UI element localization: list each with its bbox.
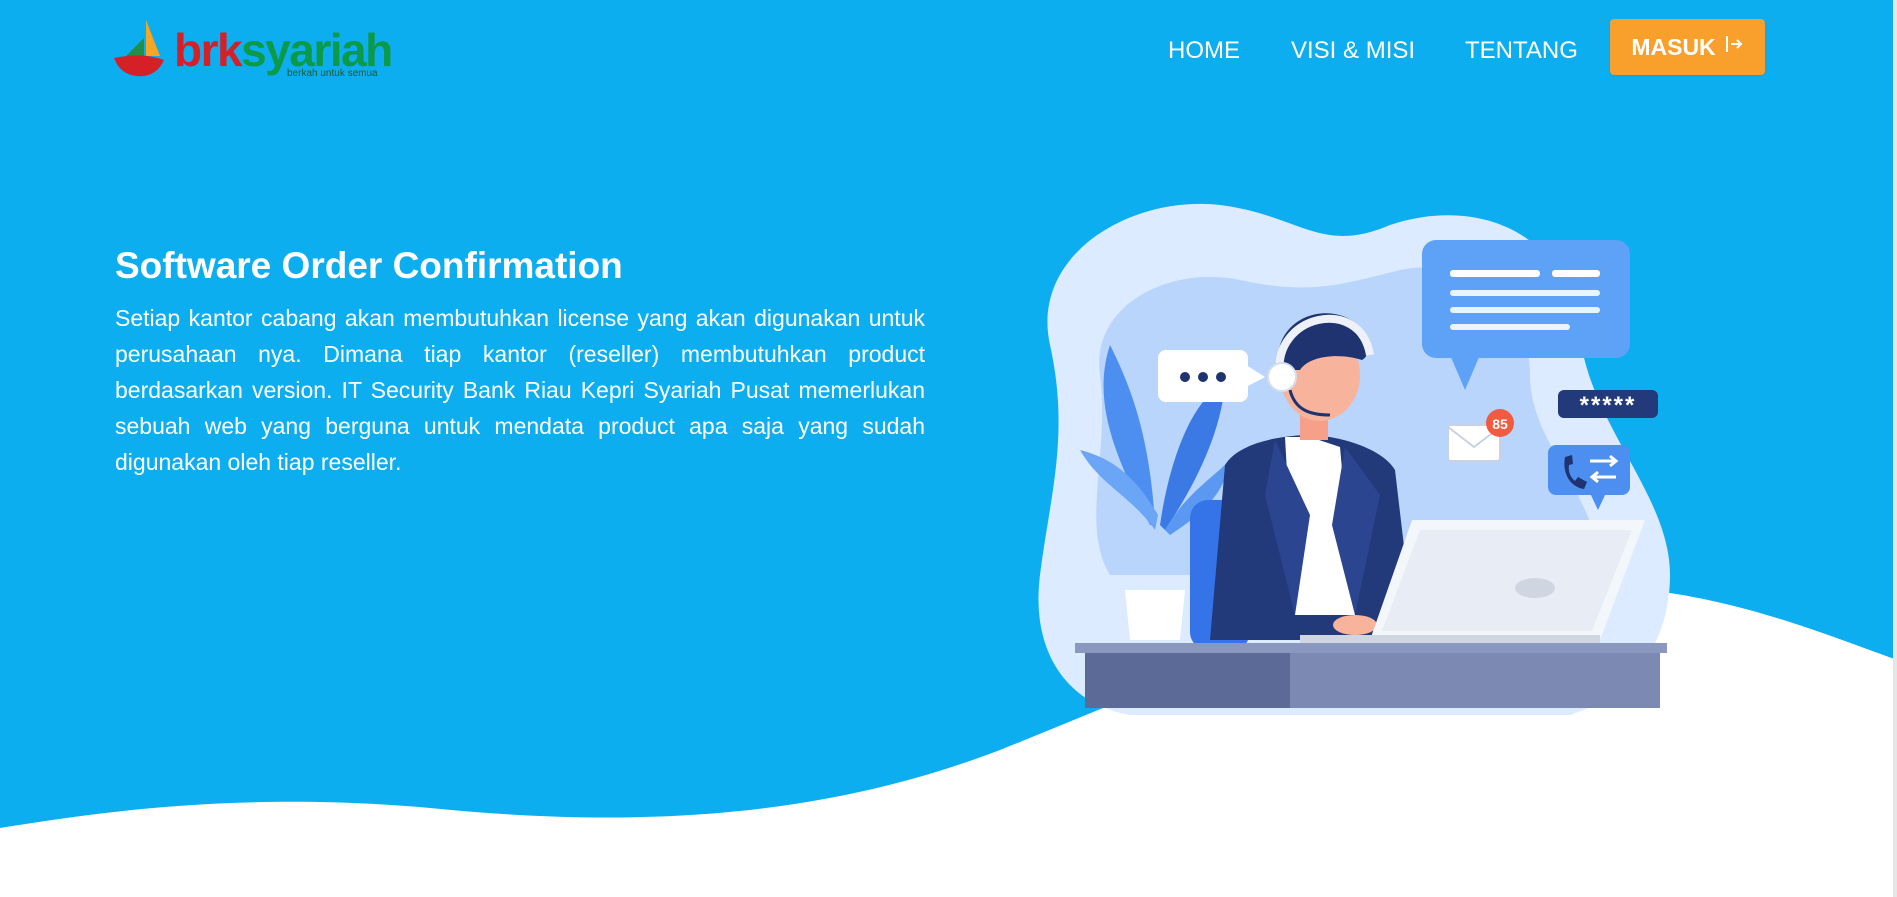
brand-tagline: berkah untuk semua — [287, 68, 378, 79]
masuk-button[interactable]: MASUK — [1610, 19, 1765, 75]
sign-in-icon — [1724, 34, 1744, 60]
masuk-button-label: MASUK — [1631, 33, 1716, 60]
customer-support-illustration: 85 ***** — [1038, 203, 1670, 715]
brand-logo[interactable]: brksyariah berkah untuk semua — [112, 18, 393, 82]
nav-home-link[interactable]: HOME — [1168, 36, 1240, 66]
nav-visi-misi-link[interactable]: VISI & MISI — [1291, 36, 1415, 66]
password-mask: ***** — [1580, 392, 1637, 419]
password-field-icon: ***** — [1558, 390, 1658, 419]
navbar: brksyariah berkah untuk semua HOME VISI … — [0, 0, 1897, 100]
nav-tentang-link[interactable]: TENTANG — [1465, 36, 1578, 66]
notification-count: 85 — [1492, 416, 1508, 432]
hero-title: Software Order Confirmation — [115, 245, 623, 286]
hero-description: Setiap kantor cabang akan membutuhkan li… — [115, 305, 925, 475]
sail-boat-icon — [114, 20, 164, 77]
brand-name-part1: brk — [174, 24, 243, 76]
